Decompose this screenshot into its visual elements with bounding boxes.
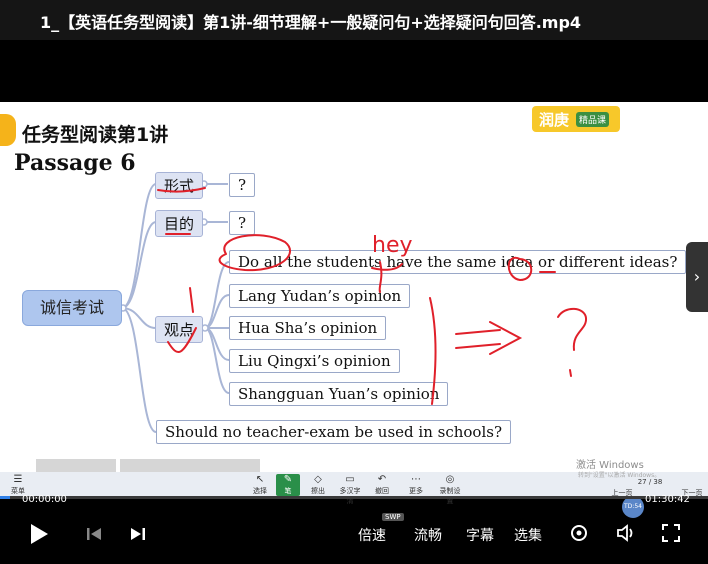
progress-fill — [0, 496, 10, 499]
episodes-button[interactable]: 选集 — [514, 525, 542, 545]
window-title-bar: 1_【英语任务型阅读】第1讲-细节理解+一般疑问句+选择疑问句回答.mp4 — [0, 0, 708, 40]
handwritten-text: hey — [372, 233, 413, 258]
subtitle-button[interactable]: 字幕 — [466, 525, 494, 545]
toolbar-clear[interactable]: ▭ 多汉字清 — [338, 474, 362, 506]
toolbar-menu[interactable]: ☰ 菜单 — [6, 474, 30, 496]
settings-icon[interactable] — [569, 523, 589, 543]
toolbar-pen[interactable]: ✎ 笔 — [276, 474, 300, 496]
swp-badge: SWP — [382, 513, 404, 521]
blurred-user-strip — [120, 459, 260, 473]
record-icon: ◎ — [445, 474, 455, 485]
undo-icon: ↶ — [377, 474, 387, 485]
next-icon[interactable] — [130, 526, 146, 542]
speed-button[interactable]: 倍速 — [358, 525, 386, 545]
quality-button[interactable]: 流畅 — [414, 525, 442, 545]
previous-icon[interactable] — [86, 526, 102, 542]
ink-annotations: hey — [157, 187, 587, 405]
windows-activation-watermark: 激活 Windows — [576, 460, 644, 471]
eraser-icon: ◇ — [314, 474, 322, 485]
cursor-icon: ↖ — [255, 474, 265, 485]
progress-track[interactable] — [0, 496, 708, 499]
toolbar-select[interactable]: ↖ 选择 — [248, 474, 272, 496]
player-controls — [0, 504, 708, 564]
play-icon[interactable] — [28, 522, 50, 546]
page-indicator: 27 / 38 — [637, 478, 663, 486]
menu-icon: ☰ — [13, 474, 23, 485]
fullscreen-icon[interactable] — [661, 523, 681, 543]
toolbar-undo[interactable]: ↶ 撤回 — [370, 474, 394, 496]
video-frame[interactable]: 任务型阅读第1讲 润庚 精品课 Passage 6 诚信考试 形式 目的 观点 — [0, 102, 708, 498]
blurred-user-strip — [36, 459, 116, 473]
volume-icon[interactable] — [616, 523, 638, 543]
toolbar-eraser[interactable]: ◇ 擦出 — [306, 474, 330, 496]
windows-activation-hint: 转到"设置"以激活 Windows。 — [578, 472, 661, 479]
video-title: 1_【英语任务型阅读】第1讲-细节理解+一般疑问句+选择疑问句回答.mp4 — [40, 13, 582, 32]
pen-icon: ✎ — [283, 474, 293, 485]
toolbar-more[interactable]: ⋯ 更多 — [404, 474, 428, 496]
clear-icon: ▭ — [345, 474, 355, 485]
more-icon: ⋯ — [411, 474, 421, 485]
toolbar-record-settings[interactable]: ◎ 录制设置 — [438, 474, 462, 506]
next-slide-chevron-icon[interactable]: › — [686, 242, 708, 312]
